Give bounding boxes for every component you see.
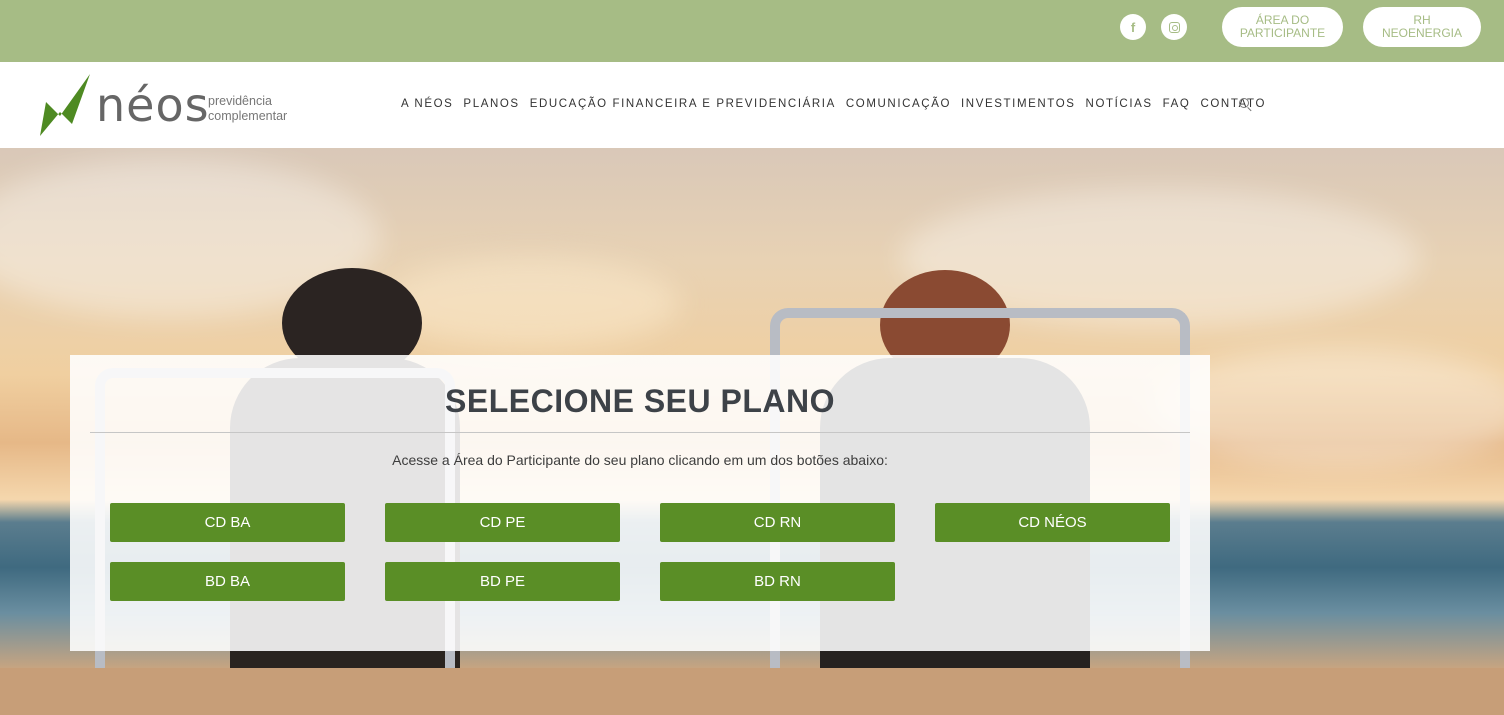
rh-neoenergia-button[interactable]: RH NEOENERGIA — [1363, 7, 1481, 47]
nav-item-comunicacao[interactable]: COMUNICAÇÃO — [846, 98, 951, 110]
logo-tagline-line2: complementar — [208, 109, 288, 123]
panel-divider — [90, 432, 1190, 433]
logo-tagline-line1: previdência — [208, 94, 272, 108]
nav-item-a-neos[interactable]: A NÉOS — [401, 98, 453, 110]
sand-strip — [0, 668, 1504, 715]
nav-item-noticias[interactable]: NOTÍCIAS — [1086, 98, 1153, 110]
plan-button-bd-pe[interactable]: BD PE — [385, 562, 620, 601]
nav-item-investimentos[interactable]: INVESTIMENTOS — [961, 98, 1076, 110]
main-nav: A NÉOS PLANOS EDUCAÇÃO FINANCEIRA E PREV… — [401, 98, 1276, 110]
facebook-icon[interactable]: f — [1120, 14, 1146, 40]
plan-button-cd-ba[interactable]: CD BA — [110, 503, 345, 542]
plan-button-cd-rn[interactable]: CD RN — [660, 503, 895, 542]
nav-item-planos[interactable]: PLANOS — [463, 98, 519, 110]
instagram-glyph — [1168, 21, 1180, 33]
nav-item-educacao[interactable]: EDUCAÇÃO FINANCEIRA E PREVIDENCIÁRIA — [530, 98, 836, 110]
plan-selection-panel: SELECIONE SEU PLANO Acesse a Área do Par… — [70, 355, 1210, 651]
top-bar: f ÁREA DO PARTICIPANTE RH NEOENERGIA — [0, 0, 1504, 62]
search-icon[interactable] — [1239, 98, 1249, 108]
nav-item-faq[interactable]: FAQ — [1163, 98, 1191, 110]
plan-button-bd-ba[interactable]: BD BA — [110, 562, 345, 601]
nav-item-contato[interactable]: CONTATO — [1200, 98, 1266, 110]
plan-button-cd-pe[interactable]: CD PE — [385, 503, 620, 542]
plan-button-cd-neos[interactable]: CD NÉOS — [935, 503, 1170, 542]
logo-tagline: previdência complementar — [208, 94, 287, 124]
plan-button-bd-rn[interactable]: BD RN — [660, 562, 895, 601]
site-header: néos previdência complementar A NÉOS PLA… — [0, 62, 1504, 148]
facebook-glyph: f — [1130, 19, 1136, 35]
panel-subtitle: Acesse a Área do Participante do seu pla… — [392, 452, 888, 468]
cloud-shape — [380, 258, 680, 348]
neos-logo[interactable]: néos previdência complementar — [38, 72, 298, 138]
logo-wordmark: néos — [96, 78, 210, 132]
logo-mark-icon — [40, 74, 90, 136]
area-participante-button[interactable]: ÁREA DO PARTICIPANTE — [1222, 7, 1343, 47]
panel-title: SELECIONE SEU PLANO — [445, 383, 835, 419]
instagram-icon[interactable] — [1161, 14, 1187, 40]
